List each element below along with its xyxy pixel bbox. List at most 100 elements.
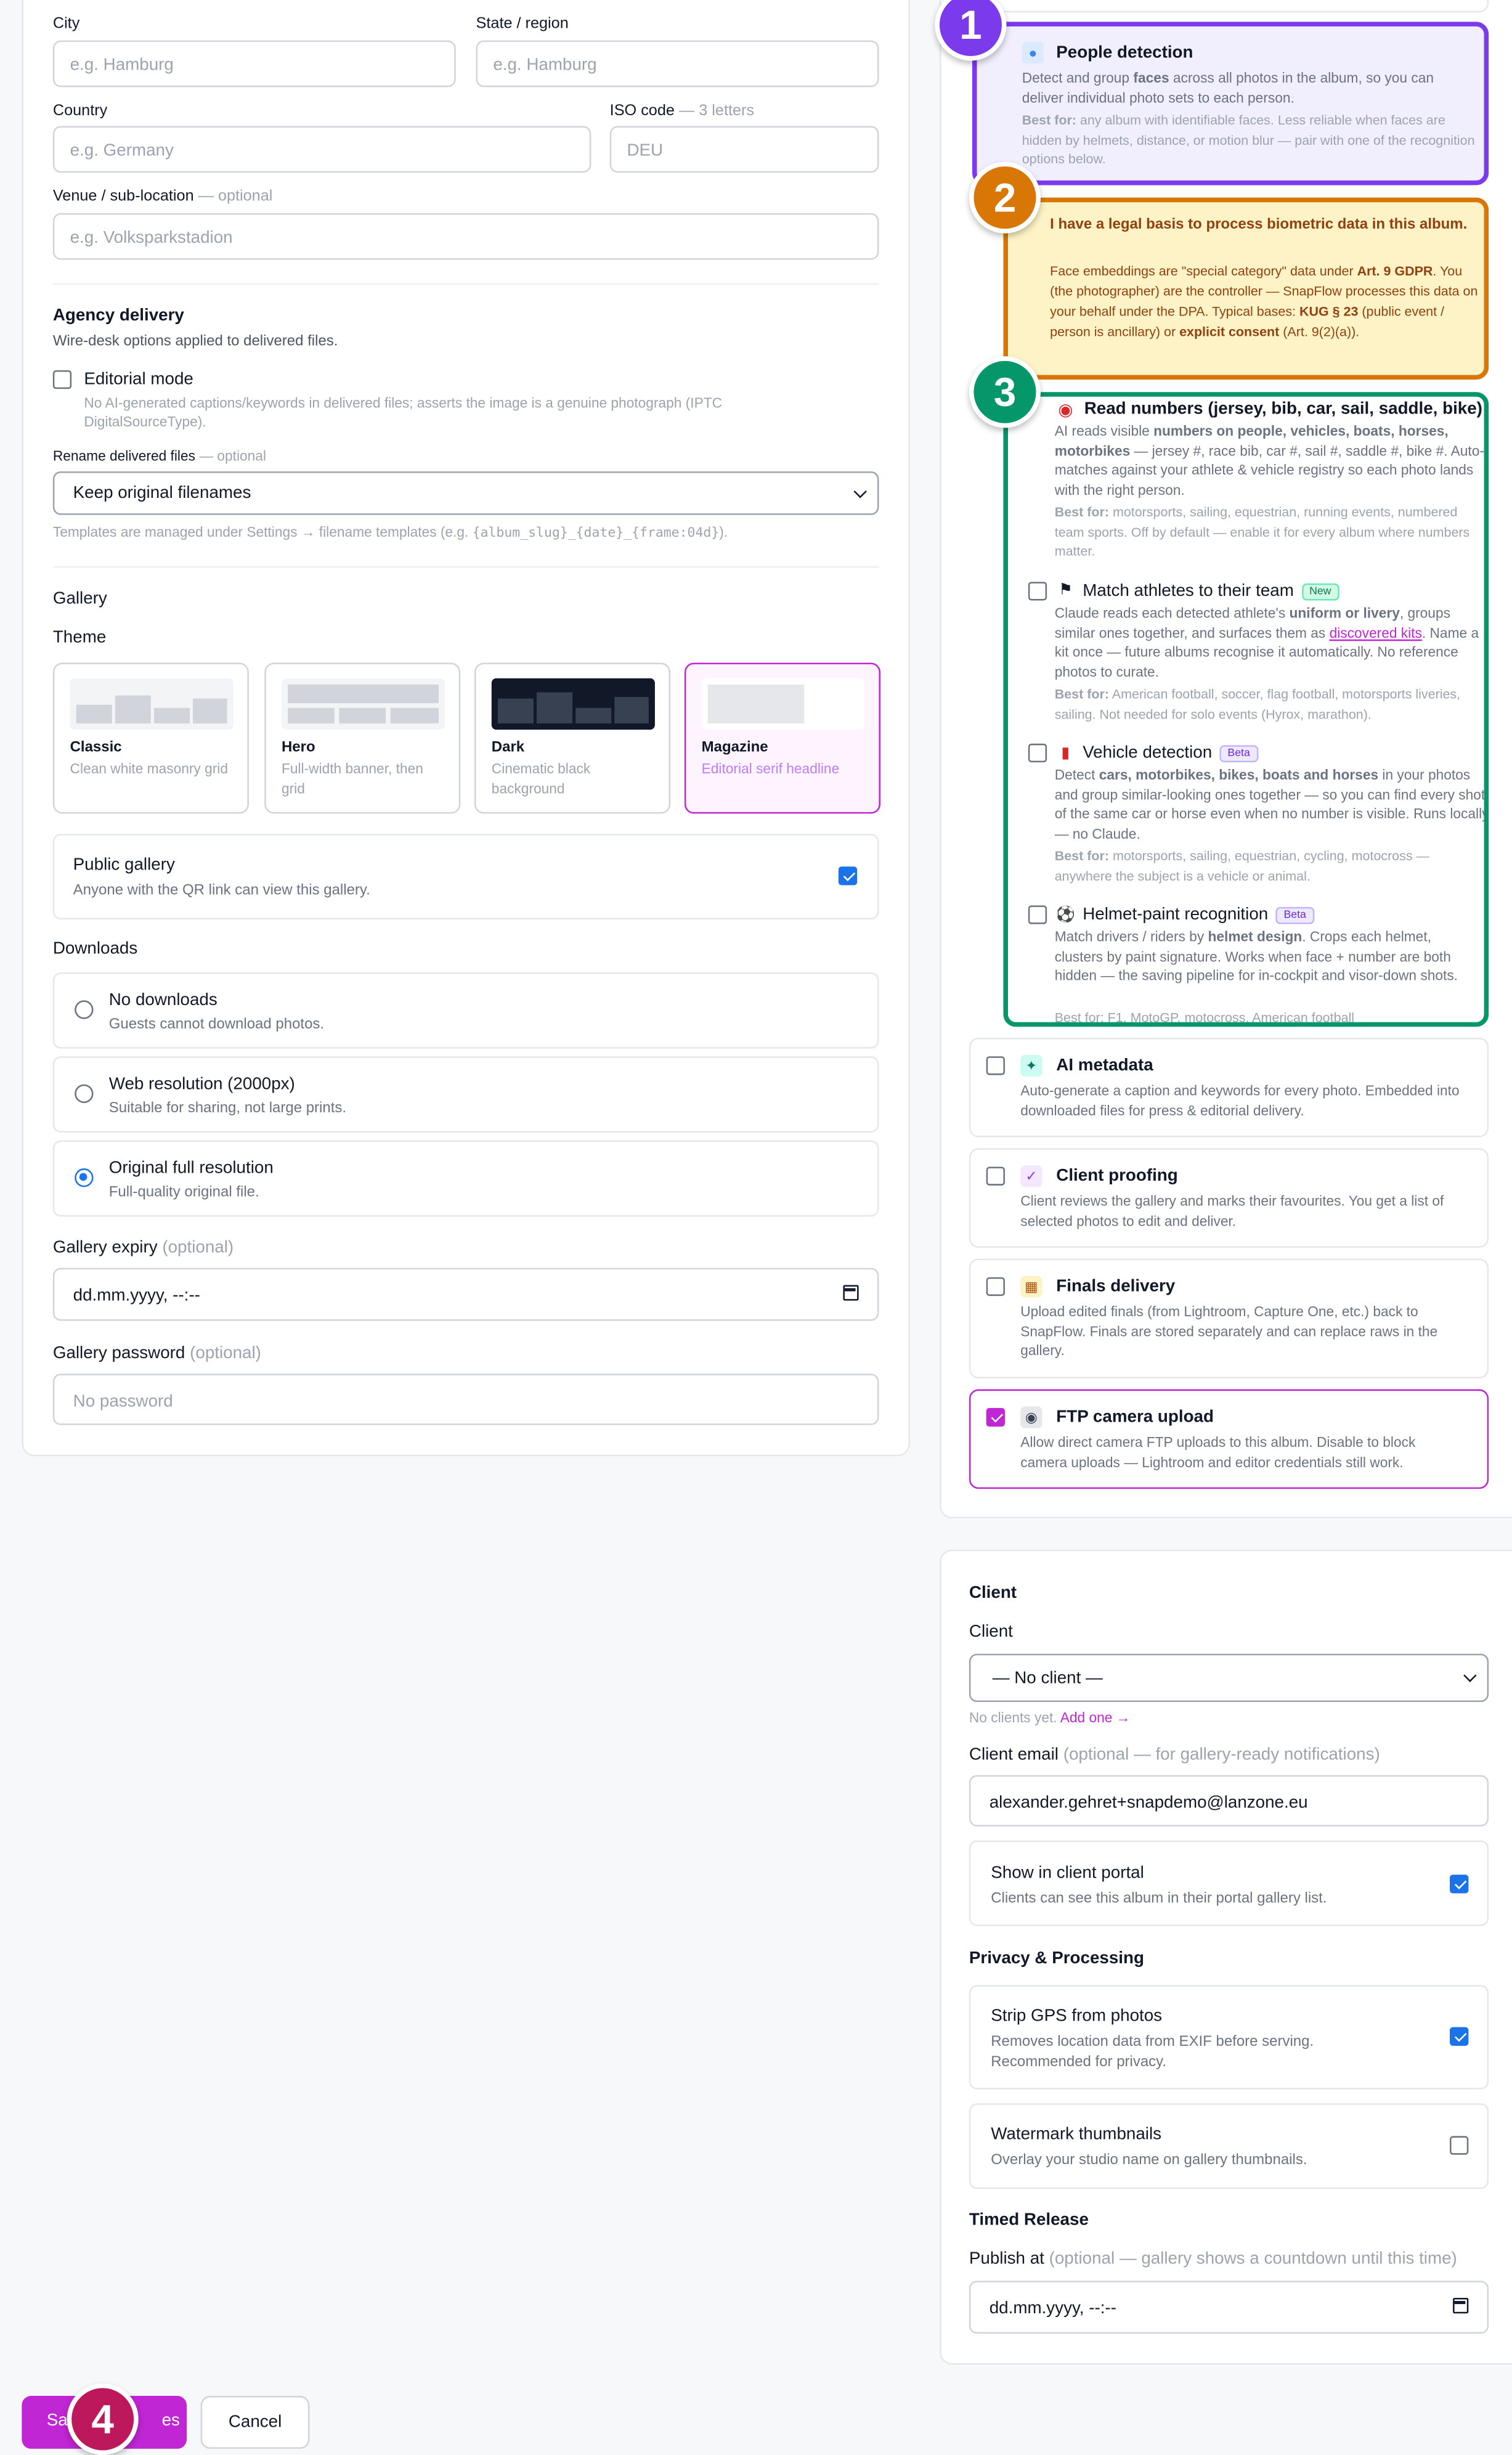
watermark-checkbox[interactable]: [1450, 2136, 1469, 2155]
vehicle-detection-checkbox[interactable]: [1028, 743, 1047, 763]
discovered-kits-link[interactable]: discovered kits: [1330, 625, 1422, 640]
desc-bold: uniform or livery: [1289, 605, 1400, 621]
download-title: Web resolution (2000px): [108, 1075, 295, 1094]
helmet-recognition-checkbox[interactable]: [1028, 905, 1047, 924]
email-hint: (optional — for gallery-ready notificati…: [1063, 1745, 1380, 1765]
theme-name: Magazine: [701, 739, 768, 757]
no-clients-text: No clients yet.: [969, 1709, 1057, 1725]
theme-card-magazine[interactable]: Magazine Editorial serif headline: [684, 662, 880, 814]
gallery-title: Gallery: [52, 589, 107, 609]
legal-basis-panel[interactable]: I have a legal basis to process biometri…: [1003, 197, 1489, 380]
client-email-label: Client email (optional — for gallery-rea…: [969, 1746, 1380, 1764]
annotation-marker-4: 4: [67, 2383, 139, 2455]
calendar-icon[interactable]: [1453, 2297, 1469, 2314]
watermark-row[interactable]: [969, 2103, 1489, 2189]
helmet-icon: ⚽: [1055, 906, 1076, 924]
annotation-marker-2: 2: [969, 161, 1041, 234]
best-text: American football, soccer, flag football…: [1054, 686, 1461, 722]
hero-preview: [281, 678, 445, 730]
ftp-camera-upload-checkbox[interactable]: [986, 1407, 1005, 1427]
public-gallery-row[interactable]: [52, 834, 879, 920]
editorial-mode-checkbox[interactable]: [52, 370, 72, 389]
people-detection-desc: Detect and group faces across all photos…: [1022, 68, 1473, 107]
publish-at-label: Publish at (optional — gallery shows a c…: [969, 2250, 1457, 2268]
recognition-options-panel: ◉ Read numbers (jersey, bib, car, sail, …: [1003, 392, 1489, 1027]
people-detection-title: People detection: [1056, 43, 1193, 62]
preview-tile: [497, 698, 534, 723]
password-input[interactable]: No password: [52, 1374, 879, 1425]
templates-end: ).: [719, 524, 728, 540]
legal-basis-title: I have a legal basis to process biometri…: [1050, 216, 1468, 234]
divider: [52, 283, 879, 285]
rename-select-value: Keep original filenames: [73, 484, 251, 503]
match-athletes-checkbox[interactable]: [1028, 582, 1047, 601]
desc-bold: helmet design: [1208, 929, 1303, 945]
client-portal-checkbox[interactable]: [1450, 1875, 1469, 1894]
download-radio-original[interactable]: [75, 1168, 94, 1187]
ftp-camera-upload-desc: Allow direct camera FTP uploads to this …: [1020, 1434, 1416, 1470]
cancel-button[interactable]: Cancel: [200, 2396, 310, 2449]
client-select[interactable]: — No client —: [969, 1653, 1489, 1703]
desc-part: AI reads visible: [1054, 423, 1154, 439]
public-gallery-checkbox[interactable]: [838, 866, 858, 886]
preview-tile: [575, 707, 612, 723]
expiry-hint: (optional): [162, 1238, 234, 1257]
desc-bold: faces: [1133, 70, 1169, 86]
match-athletes-title: Match athletes to their team New: [1083, 582, 1339, 601]
rename-select[interactable]: Keep original filenames: [52, 471, 879, 515]
theme-card-classic[interactable]: Classic Clean white masonry grid: [52, 662, 249, 814]
finals-delivery-checkbox[interactable]: [986, 1277, 1005, 1297]
templates-note-text: Templates are managed under Settings → f…: [52, 524, 469, 540]
strip-gps-checkbox[interactable]: [1450, 2027, 1469, 2046]
city-label: City: [52, 15, 80, 33]
save-label-left: Sa: [46, 2411, 68, 2430]
best-label: Best for:: [1054, 847, 1109, 864]
client-proofing-checkbox[interactable]: [986, 1166, 1005, 1186]
client-email-input[interactable]: alexander.gehret+snapdemo@lanzone.eu: [969, 1775, 1489, 1826]
rename-label: Rename delivered files — optional: [53, 448, 266, 463]
publish-label-text: Publish at: [969, 2249, 1044, 2269]
rename-hint: — optional: [199, 448, 266, 464]
calendar-icon[interactable]: [843, 1285, 859, 1301]
desc-bold: cars, motorbikes, bikes, boats and horse…: [1099, 767, 1379, 783]
country-input[interactable]: e.g. Germany: [52, 126, 591, 173]
chevron-down-icon: [853, 485, 867, 499]
editorial-desc-1: No AI-generated captions/keywords in del…: [84, 395, 723, 411]
download-title: Original full resolution: [108, 1158, 274, 1178]
downloads-label: Downloads: [52, 939, 138, 959]
vehicle-detection-title: Vehicle detection Beta: [1083, 744, 1258, 763]
country-label: Country: [52, 102, 108, 120]
password-hint: (optional): [190, 1344, 261, 1363]
download-option-none[interactable]: [52, 972, 879, 1049]
theme-name: Dark: [491, 739, 525, 757]
iso-label-text: ISO code: [609, 102, 675, 120]
watermark-title: Watermark thumbnails: [991, 2125, 1162, 2144]
ai-metadata-checkbox[interactable]: [986, 1056, 1005, 1075]
save-label-right: es: [161, 2411, 180, 2430]
templates-note: Templates are managed under Settings → f…: [53, 523, 728, 544]
theme-card-hero[interactable]: Hero Full-width banner, then grid: [264, 662, 461, 814]
client-portal-desc: Clients can see this album in their port…: [991, 1890, 1327, 1908]
beta-badge: Beta: [1219, 745, 1258, 763]
title-text: Helmet-paint recognition: [1083, 905, 1269, 924]
download-radio-none[interactable]: [75, 1000, 94, 1019]
venue-input[interactable]: e.g. Volksparkstadion: [52, 213, 879, 260]
publish-at-input[interactable]: dd.mm.yyyy, --:--: [969, 2281, 1489, 2334]
client-section-title: Client: [969, 1584, 1017, 1603]
city-input[interactable]: e.g. Hamburg: [52, 40, 456, 88]
expiry-datetime-input[interactable]: dd.mm.yyyy, --:--: [52, 1268, 879, 1321]
title-text: Match athletes to their team: [1083, 582, 1294, 601]
add-client-link[interactable]: Add one →: [1060, 1710, 1131, 1725]
legal-bold: explicit consent: [1179, 324, 1280, 340]
theme-card-dark[interactable]: Dark Cinematic black background: [474, 662, 671, 814]
download-radio-web[interactable]: [75, 1084, 94, 1104]
finals-delivery-desc: Upload edited finals (from Lightroom, Ca…: [1020, 1303, 1438, 1359]
download-option-web[interactable]: [52, 1056, 879, 1133]
download-option-original[interactable]: [52, 1140, 879, 1217]
state-input[interactable]: e.g. Hamburg: [476, 40, 879, 88]
iso-input[interactable]: DEU: [609, 126, 879, 173]
no-clients-note: No clients yet. Add one →: [969, 1708, 1131, 1728]
ai-metadata-title: AI metadata: [1056, 1056, 1153, 1075]
client-portal-row[interactable]: [969, 1840, 1489, 1926]
people-detection-panel[interactable]: ● People detection Detect and group face…: [972, 22, 1489, 185]
